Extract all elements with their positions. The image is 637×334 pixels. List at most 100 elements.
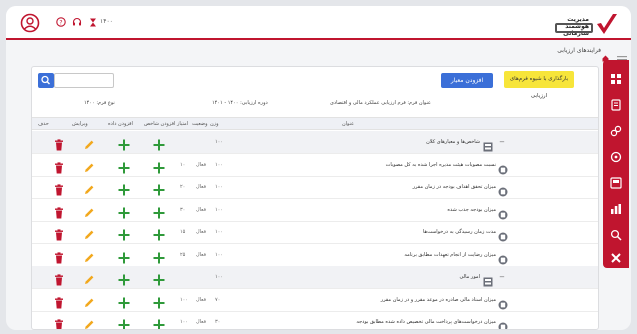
status-value: فعال	[196, 161, 206, 168]
item-icon	[498, 227, 508, 242]
dashboard-icon[interactable]	[610, 70, 622, 84]
table-row[interactable]: ۱۰۰ فعال ۳۰ میزان درخواست‌های پرداخت مالی ت…	[32, 311, 598, 329]
chart-icon[interactable]	[610, 200, 622, 214]
status-value: فعال	[196, 296, 206, 303]
user-search-icon[interactable]	[610, 226, 622, 241]
form-type-text: نوع فرم: ۱۴۰۰	[84, 100, 115, 106]
status-value: فعال	[196, 251, 206, 258]
delete-icon[interactable]	[53, 136, 65, 151]
table-group-row[interactable]: ۱۰۰ شاخص‌ها و معیارهای کلان −	[32, 131, 598, 154]
row-title: امور مالی	[459, 274, 480, 280]
table-row[interactable]: ۱۵ فعال ۱۰۰ مدت زمان رسیدگی به درخواست‌ها	[32, 221, 598, 244]
item-icon	[498, 250, 508, 264]
add-indicator-icon[interactable]	[153, 316, 165, 329]
collapse-toggle[interactable]: −	[499, 274, 505, 281]
weight-value: ۷۰	[215, 296, 221, 303]
add-indicator-icon[interactable]	[153, 226, 165, 241]
user-avatar-icon[interactable]	[20, 13, 40, 33]
delete-icon[interactable]	[53, 249, 65, 263]
add-data-icon[interactable]	[118, 181, 130, 196]
item-icon	[498, 295, 508, 309]
table-row[interactable]: ۱۰۰ فعال ۷۰ میزان اسناد مالی صادره در موعد …	[32, 289, 598, 312]
col-add-sub: افزودن شاخص	[144, 121, 176, 127]
table-row[interactable]: ۳۰ فعال ۱۰۰ میزان بودجه جذب شده	[32, 199, 598, 222]
table-group-row[interactable]: ۱۰۰ امور مالی −	[32, 266, 598, 289]
search-icon	[41, 75, 50, 85]
add-data-icon[interactable]	[118, 159, 130, 173]
collapse-toggle[interactable]: −	[499, 139, 505, 146]
table-header: حذف ویرایش افزودن داده افزودن شاخص امتیا…	[32, 117, 598, 130]
period-text: دوره ارزیابی: ۱۴۰۰ - ۱۴۰۱	[212, 100, 268, 106]
row-title: مدت زمان رسیدگی به درخواست‌ها	[423, 229, 496, 235]
add-indicator-icon[interactable]	[153, 136, 165, 151]
row-title: میزان بودجه جذب شده	[447, 206, 496, 213]
search-button[interactable]	[38, 73, 54, 88]
col-delete: حذف	[38, 121, 49, 127]
app-window: ? ۱۴۰۰ مدیریت هوشمند سازمانی فرایندهای ا…	[6, 6, 631, 330]
delete-icon[interactable]	[53, 204, 65, 218]
status-value: فعال	[196, 206, 206, 213]
col-score: امتیاز	[177, 121, 189, 127]
table-row[interactable]: ۲۰ فعال ۱۰۰ میزان تحقق اهداف بودجه در زمان …	[32, 176, 598, 199]
breadcrumb[interactable]: فرایندهای ارزیابی	[557, 47, 601, 54]
add-data-icon[interactable]	[118, 204, 130, 218]
item-icon	[498, 160, 508, 174]
add-data-icon[interactable]	[118, 271, 130, 286]
score-value: ۲۵	[180, 251, 186, 258]
add-data-icon[interactable]	[118, 226, 130, 241]
col-title: عنوان	[342, 121, 355, 127]
load-forms-button[interactable]: بارگذاری با شیوه فرم‌های ارزیابی	[504, 71, 574, 99]
edit-icon[interactable]	[83, 226, 95, 239]
add-data-icon[interactable]	[118, 249, 130, 263]
edit-icon[interactable]	[83, 249, 95, 262]
edit-icon[interactable]	[83, 204, 95, 217]
edit-icon[interactable]	[83, 159, 95, 172]
delete-icon[interactable]	[53, 226, 65, 241]
delete-icon[interactable]	[53, 271, 65, 286]
add-criterion-button[interactable]: افزودن معیار	[441, 73, 493, 88]
document-icon[interactable]	[610, 96, 622, 111]
add-indicator-icon[interactable]	[153, 181, 165, 196]
edit-icon[interactable]	[83, 136, 95, 149]
status-value: فعال	[196, 184, 206, 190]
table-row[interactable]: ۱۰ فعال ۱۰۰ نسبت مصوبات هیئت مدیره اجرا شده…	[32, 154, 598, 177]
edit-icon[interactable]	[83, 294, 95, 307]
add-indicator-icon[interactable]	[153, 294, 165, 308]
add-data-icon[interactable]	[118, 136, 130, 151]
delete-icon[interactable]	[53, 294, 65, 308]
add-indicator-icon[interactable]	[153, 204, 165, 218]
item-icon	[498, 205, 508, 219]
delete-icon[interactable]	[53, 181, 65, 196]
edit-icon[interactable]	[83, 181, 95, 194]
table-row[interactable]: ۲۵ فعال ۱۰۰ میزان رضایت از انجام تعهدات مطا…	[32, 244, 598, 267]
breadcrumb-bar: فرایندهای ارزیابی	[6, 42, 631, 63]
logo: مدیریت هوشمند سازمانی	[549, 10, 623, 37]
weight-value: ۱۰۰	[215, 206, 224, 213]
edit-icon[interactable]	[83, 316, 95, 329]
main-card: افزودن معیار بارگذاری با شیوه فرم‌های ار…	[31, 66, 599, 330]
weight-value: ۱۰۰	[215, 229, 224, 235]
weight-value: ۱۰۰	[215, 251, 224, 258]
tools-icon[interactable]	[610, 249, 622, 263]
add-indicator-icon[interactable]	[153, 249, 165, 263]
col-add-item: افزودن داده	[108, 121, 133, 127]
add-indicator-icon[interactable]	[153, 159, 165, 173]
sidebar	[603, 60, 629, 268]
weight-value: ۱۰۰	[215, 184, 224, 190]
report-icon[interactable]	[610, 174, 622, 189]
add-indicator-icon[interactable]	[153, 271, 165, 286]
link-icon[interactable]	[610, 122, 622, 137]
search-input[interactable]	[54, 73, 114, 88]
col-edit: ویرایش	[72, 121, 88, 127]
headset-icon[interactable]	[72, 17, 82, 27]
edit-icon[interactable]	[83, 271, 95, 284]
delete-icon[interactable]	[53, 159, 65, 173]
row-title: میزان درخواست‌های پرداخت مالی تخصیص داده…	[356, 319, 496, 325]
add-data-icon[interactable]	[118, 294, 130, 308]
settings-icon[interactable]	[610, 148, 622, 163]
delete-icon[interactable]	[53, 316, 65, 329]
logo-mark-box	[555, 23, 593, 33]
help-icon[interactable]: ?	[56, 17, 66, 27]
folder-icon	[483, 272, 493, 287]
add-data-icon[interactable]	[118, 316, 130, 329]
